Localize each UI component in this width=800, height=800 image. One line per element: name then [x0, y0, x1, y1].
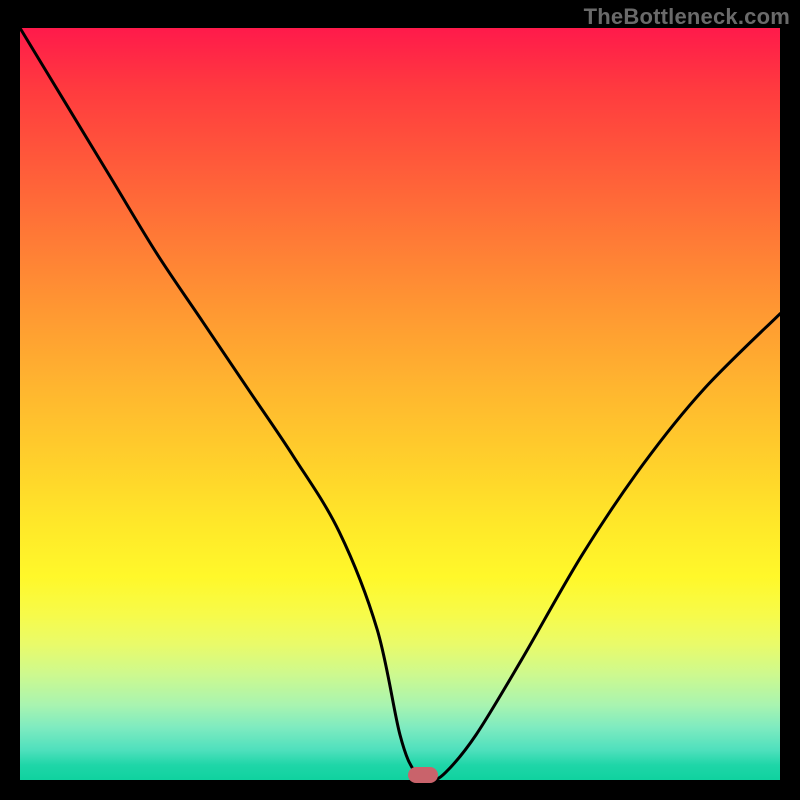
- bottleneck-curve: [20, 28, 780, 780]
- curve-path: [20, 28, 780, 780]
- chart-frame: TheBottleneck.com: [0, 0, 800, 800]
- watermark-text: TheBottleneck.com: [584, 4, 790, 30]
- plot-area: [20, 28, 780, 780]
- optimal-point-marker: [408, 767, 438, 783]
